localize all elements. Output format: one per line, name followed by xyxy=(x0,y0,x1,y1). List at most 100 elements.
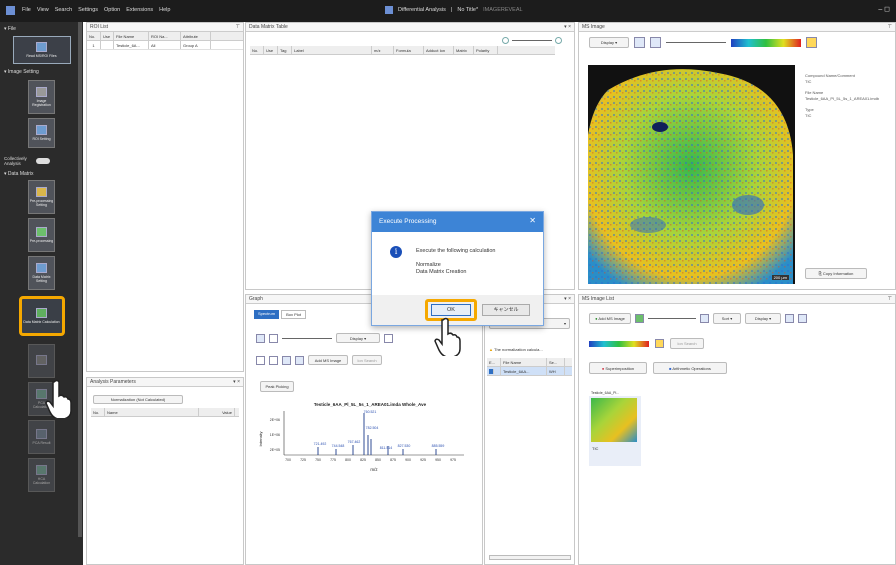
tab-spectrum[interactable]: Spectrum xyxy=(254,310,280,319)
roi-list-panel: ROI List ⊤ No. Use File Name ROI Na... At… xyxy=(86,22,244,372)
sidebar-section-data-matrix[interactable]: ▾ Data Matrix xyxy=(0,168,83,180)
ms-image-canvas[interactable]: 200 µm xyxy=(588,65,795,284)
dialog-body: i Execute the following calculation Norm… xyxy=(372,232,543,295)
data-matrix-setting-icon xyxy=(36,263,47,273)
superimposition-button[interactable]: ● Superimposition xyxy=(589,362,647,374)
menu-search[interactable]: Search xyxy=(55,7,72,13)
image-registration-button[interactable]: Image Registration xyxy=(28,80,55,114)
range-slider[interactable] xyxy=(282,337,332,339)
menu-file[interactable]: File xyxy=(22,7,31,13)
fit-icon[interactable] xyxy=(798,314,807,323)
x-tick-label: 850 xyxy=(375,458,381,462)
zoom-slider[interactable] xyxy=(502,36,562,44)
grid-icon[interactable] xyxy=(256,355,265,365)
export-icon[interactable] xyxy=(384,333,393,343)
sort-dropdown[interactable]: Sort ▾ xyxy=(713,313,741,324)
peak-labels: 760.521 782.504 721.492 744.548 767.462 … xyxy=(314,410,445,450)
list-slider[interactable] xyxy=(648,318,696,319)
sidebar-section-image-setting[interactable]: ▾ Image Setting xyxy=(0,64,83,80)
fit-icon[interactable] xyxy=(634,37,645,48)
menu-option[interactable]: Option xyxy=(104,7,120,13)
zoom-out-icon[interactable] xyxy=(502,36,509,44)
color-scale-bar[interactable] xyxy=(589,340,649,347)
pca-result-button[interactable]: PCA Result xyxy=(28,420,55,454)
arithmetic-operations-button[interactable]: ■ Arithmetic Operations xyxy=(653,362,727,374)
color-setting-icon[interactable] xyxy=(655,339,664,348)
fit-icon[interactable] xyxy=(650,37,661,48)
menu-help[interactable]: Help xyxy=(159,7,170,13)
peak-label: 744.548 xyxy=(332,444,345,448)
table-row[interactable]: Testicle_6AA... WH xyxy=(487,367,572,376)
add-ms-image-button[interactable]: ● Add MS Image xyxy=(589,313,631,324)
sidebar: ▾ File Read MS/ROI Files ▾ Image Setting… xyxy=(0,22,83,565)
pca-setting-button[interactable] xyxy=(28,344,55,378)
x-tick-label: 775 xyxy=(330,458,336,462)
data-matrix-calculation-button[interactable]: Data Matrix Calculation xyxy=(18,296,65,336)
color-setting-icon[interactable] xyxy=(806,37,817,48)
scale-bar-label: 200 µm xyxy=(771,275,789,280)
window-controls[interactable]: – ◻ xyxy=(878,5,890,13)
display-dropdown[interactable]: Display ▾ xyxy=(589,37,629,48)
add-ms-image-button[interactable]: Add MS Image xyxy=(308,355,348,365)
peak-picking-button[interactable]: Peak Picking xyxy=(260,381,294,392)
copy-information-button[interactable]: ⎘ Copy Information xyxy=(805,268,867,279)
menu-settings[interactable]: Settings xyxy=(78,7,98,13)
dialog-message: Execute the following calculation xyxy=(416,248,496,254)
preprocessing-setting-button[interactable]: Pre-processing Setting xyxy=(28,180,55,214)
preprocessing-button[interactable]: Pre-processing xyxy=(28,218,55,252)
cancel-button[interactable]: キャンセル xyxy=(482,304,530,316)
zoom-icon[interactable] xyxy=(295,355,304,365)
grid-icon[interactable] xyxy=(269,355,278,365)
color-icon[interactable] xyxy=(635,314,644,323)
ion-search-button[interactable]: Ion Search xyxy=(352,355,382,365)
window-title-suffix: IMAGEREVEAL xyxy=(483,7,523,13)
pin-icon[interactable]: ⊤ xyxy=(888,24,892,30)
fit-icon[interactable] xyxy=(785,314,794,323)
zoom-icon[interactable] xyxy=(282,355,291,365)
graph-toolbar-1: Display ▾ xyxy=(256,333,393,343)
chart-icon[interactable] xyxy=(256,333,265,343)
data-matrix-table-header: No. Use Tag Label m/z Formula Adduct Ion… xyxy=(250,46,555,55)
analysis-parameters-header: Analysis Parameters ▾ × xyxy=(87,378,243,387)
app-icon xyxy=(6,6,15,15)
color-scale-bar[interactable] xyxy=(731,38,801,47)
collectively-analysis-toggle[interactable] xyxy=(36,158,50,164)
pin-icon[interactable]: ▾ × xyxy=(233,379,240,385)
ms-image-list-toolbar: ● Add MS Image Sort ▾ Display ▾ xyxy=(589,313,807,324)
hca-calculation-button[interactable]: HCA Calculation xyxy=(28,458,55,492)
roi-setting-button[interactable]: ROI Setting xyxy=(28,118,55,148)
file-list-panel: ▾ × File▾ ▲ The normalization calcula...… xyxy=(484,294,575,565)
checkbox[interactable] xyxy=(489,369,494,374)
display-dropdown[interactable]: Display ▾ xyxy=(745,313,781,324)
ion-search-button[interactable]: Ion Search xyxy=(670,338,704,349)
normalization-status: Normalization (Not Calculated) xyxy=(93,395,183,404)
read-file-button[interactable]: Read MS/ROI Files xyxy=(12,36,71,64)
contrast-slider[interactable] xyxy=(666,42,726,43)
sidebar-scrollbar[interactable] xyxy=(78,22,82,537)
tab-box-plot[interactable]: Box Plot xyxy=(281,310,307,319)
ms-image-thumbnail[interactable]: Testicle_6AA_Pl... TIC xyxy=(589,390,641,466)
close-icon[interactable]: ▾ × xyxy=(564,24,571,30)
hca-calculation-icon xyxy=(36,465,47,475)
zoom-icon[interactable] xyxy=(700,314,709,323)
x-tick-label: 950 xyxy=(435,458,441,462)
pca-setting-icon xyxy=(36,355,47,365)
display-dropdown[interactable]: Display ▾ xyxy=(336,333,380,343)
data-matrix-setting-button[interactable]: Data Matrix Setting xyxy=(28,256,55,290)
horizontal-scrollbar[interactable] xyxy=(489,555,571,560)
spectrum-peaks xyxy=(317,413,437,455)
pin-icon[interactable]: ⊤ xyxy=(888,296,892,302)
window-title: Differential Analysis | No Title* IMAGER… xyxy=(385,6,523,14)
menu-view[interactable]: View xyxy=(37,7,49,13)
sidebar-section-file[interactable]: ▾ File xyxy=(0,22,83,36)
close-icon[interactable]: ▾ × xyxy=(564,296,571,302)
ok-button[interactable]: OK xyxy=(431,304,471,316)
close-icon[interactable]: ✕ xyxy=(529,216,536,225)
peak-label: 811.514 xyxy=(380,446,392,450)
chart-icon[interactable] xyxy=(269,333,278,343)
file-name-value: Testicle_6AA_PI_5L_5s_1_AREA01.imdb xyxy=(805,96,880,101)
menu-extensions[interactable]: Extensions xyxy=(126,7,153,13)
zoom-in-icon[interactable] xyxy=(555,36,562,44)
table-row[interactable]: 1 Testicle_6A... All Group A xyxy=(87,41,243,50)
pin-icon[interactable]: ⊤ xyxy=(236,24,240,30)
